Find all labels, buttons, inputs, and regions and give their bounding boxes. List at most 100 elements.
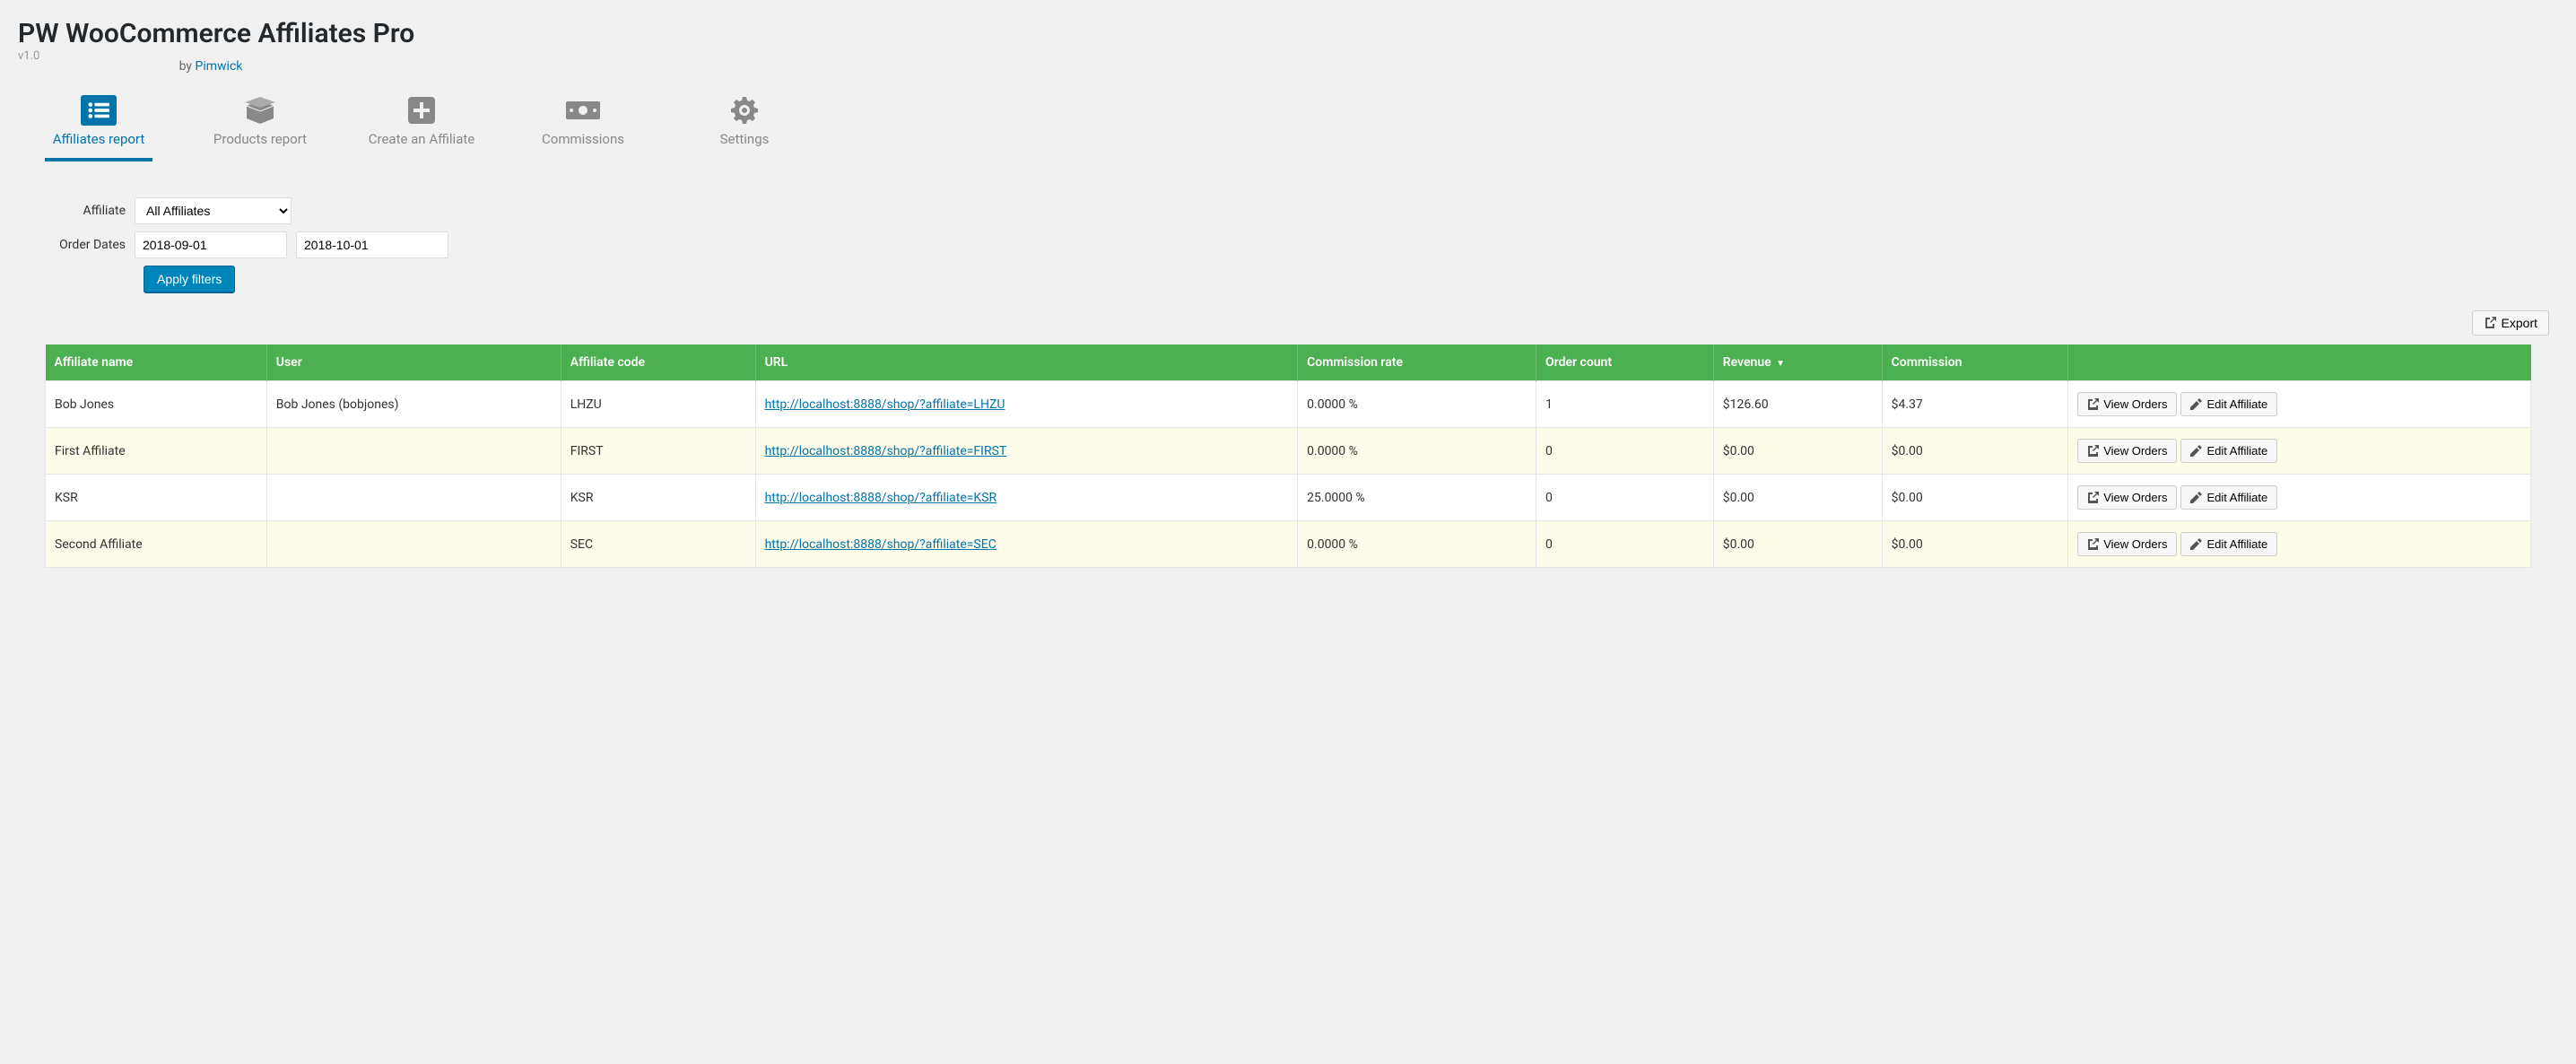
list-icon bbox=[81, 95, 117, 126]
cell-revenue: $0.00 bbox=[1713, 475, 1882, 521]
tab-settings[interactable]: Settings bbox=[691, 95, 798, 161]
col-orders[interactable]: Order count bbox=[1536, 344, 1714, 381]
cell-actions: View OrdersEdit Affiliate bbox=[2068, 381, 2531, 428]
cell-actions: View OrdersEdit Affiliate bbox=[2068, 428, 2531, 475]
cell-user bbox=[266, 428, 561, 475]
tab-create-affiliate[interactable]: Create an Affiliate bbox=[368, 95, 475, 161]
date-from-input[interactable] bbox=[135, 231, 287, 258]
tab-products-report[interactable]: Products report bbox=[206, 95, 314, 161]
cell-name: First Affiliate bbox=[46, 428, 267, 475]
view-orders-button[interactable]: View Orders bbox=[2077, 532, 2177, 556]
nav-tabs: Affiliates report Products report Create… bbox=[45, 95, 2558, 161]
external-link-icon bbox=[2087, 492, 2099, 503]
cell-code: SEC bbox=[561, 521, 755, 568]
cell-user bbox=[266, 475, 561, 521]
cell-actions: View OrdersEdit Affiliate bbox=[2068, 475, 2531, 521]
cell-rate: 0.0000 % bbox=[1298, 428, 1536, 475]
cell-name: Bob Jones bbox=[46, 381, 267, 428]
cell-commission: $4.37 bbox=[1882, 381, 2068, 428]
affiliate-filter-label: Affiliate bbox=[45, 204, 135, 218]
export-button[interactable]: Export bbox=[2472, 310, 2549, 336]
external-link-icon bbox=[2087, 445, 2099, 457]
cell-revenue: $0.00 bbox=[1713, 428, 1882, 475]
cell-orders: 0 bbox=[1536, 521, 1714, 568]
apply-filters-button[interactable]: Apply filters bbox=[144, 266, 235, 292]
pimwick-link[interactable]: Pimwick bbox=[196, 59, 243, 74]
edit-icon bbox=[2190, 398, 2202, 410]
affiliate-url-link[interactable]: http://localhost:8888/shop/?affiliate=LH… bbox=[765, 397, 1005, 412]
box-icon bbox=[242, 95, 278, 126]
edit-icon bbox=[2190, 445, 2202, 457]
tab-label: Commissions bbox=[542, 131, 624, 147]
money-icon bbox=[565, 95, 601, 126]
col-actions bbox=[2068, 344, 2531, 381]
cell-name: Second Affiliate bbox=[46, 521, 267, 568]
table-row: First Affiliate FIRST http://localhost:888… bbox=[46, 428, 2531, 475]
order-dates-label: Order Dates bbox=[45, 238, 135, 252]
cell-commission: $0.00 bbox=[1882, 475, 2068, 521]
by-line: by Pimwick bbox=[18, 59, 404, 74]
cell-url: http://localhost:8888/shop/?affiliate=LH… bbox=[755, 381, 1298, 428]
edit-affiliate-button[interactable]: Edit Affiliate bbox=[2180, 485, 2277, 510]
cell-orders: 0 bbox=[1536, 428, 1714, 475]
cell-rate: 25.0000 % bbox=[1298, 475, 1536, 521]
table-row: KSR KSR http://localhost:8888/shop/?affili… bbox=[46, 475, 2531, 521]
cell-code: KSR bbox=[561, 475, 755, 521]
date-to-input[interactable] bbox=[296, 231, 448, 258]
cell-name: KSR bbox=[46, 475, 267, 521]
col-commission[interactable]: Commission bbox=[1882, 344, 2068, 381]
tab-label: Products report bbox=[213, 131, 307, 147]
sort-desc-icon: ▼ bbox=[1776, 359, 1785, 369]
edit-icon bbox=[2190, 492, 2202, 503]
col-url[interactable]: URL bbox=[755, 344, 1298, 381]
page-title: PW WooCommerce Affiliates Pro bbox=[18, 18, 2558, 49]
cell-url: http://localhost:8888/shop/?affiliate=KS… bbox=[755, 475, 1298, 521]
by-prefix: by bbox=[179, 59, 196, 74]
cell-code: LHZU bbox=[561, 381, 755, 428]
view-orders-button[interactable]: View Orders bbox=[2077, 485, 2177, 510]
external-link-icon bbox=[2087, 398, 2099, 410]
tab-affiliates-report[interactable]: Affiliates report bbox=[45, 95, 152, 161]
edit-affiliate-button[interactable]: Edit Affiliate bbox=[2180, 392, 2277, 416]
cell-url: http://localhost:8888/shop/?affiliate=FI… bbox=[755, 428, 1298, 475]
cell-orders: 0 bbox=[1536, 475, 1714, 521]
edit-affiliate-button[interactable]: Edit Affiliate bbox=[2180, 439, 2277, 463]
cell-url: http://localhost:8888/shop/?affiliate=SE… bbox=[755, 521, 1298, 568]
view-orders-button[interactable]: View Orders bbox=[2077, 392, 2177, 416]
cell-actions: View OrdersEdit Affiliate bbox=[2068, 521, 2531, 568]
tab-commissions[interactable]: Commissions bbox=[529, 95, 637, 161]
plus-icon bbox=[404, 95, 439, 126]
cell-commission: $0.00 bbox=[1882, 428, 2068, 475]
col-user[interactable]: User bbox=[266, 344, 561, 381]
tab-label: Create an Affiliate bbox=[369, 131, 474, 147]
cell-revenue: $126.60 bbox=[1713, 381, 1882, 428]
affiliate-select[interactable]: All Affiliates bbox=[135, 197, 292, 224]
col-rate[interactable]: Commission rate bbox=[1298, 344, 1536, 381]
cell-orders: 1 bbox=[1536, 381, 1714, 428]
table-row: Bob JonesBob Jones (bobjones)LHZU http://… bbox=[46, 381, 2531, 428]
cell-rate: 0.0000 % bbox=[1298, 521, 1536, 568]
tab-label: Affiliates report bbox=[53, 131, 145, 147]
cell-revenue: $0.00 bbox=[1713, 521, 1882, 568]
tab-label: Settings bbox=[720, 131, 770, 147]
affiliate-url-link[interactable]: http://localhost:8888/shop/?affiliate=KS… bbox=[765, 491, 997, 505]
col-name[interactable]: Affiliate name bbox=[46, 344, 267, 381]
edit-icon bbox=[2190, 538, 2202, 550]
cell-commission: $0.00 bbox=[1882, 521, 2068, 568]
col-code[interactable]: Affiliate code bbox=[561, 344, 755, 381]
cell-rate: 0.0000 % bbox=[1298, 381, 1536, 428]
view-orders-button[interactable]: View Orders bbox=[2077, 439, 2177, 463]
affiliate-url-link[interactable]: http://localhost:8888/shop/?affiliate=FI… bbox=[765, 444, 1007, 458]
gear-icon bbox=[727, 95, 762, 126]
external-link-icon bbox=[2087, 538, 2099, 550]
affiliate-url-link[interactable]: http://localhost:8888/shop/?affiliate=SE… bbox=[765, 537, 996, 552]
export-icon bbox=[2484, 317, 2496, 329]
affiliates-table: Affiliate name User Affiliate code URL C… bbox=[45, 344, 2531, 568]
export-label: Export bbox=[2502, 316, 2537, 330]
table-row: Second Affiliate SEC http://localhost:8888… bbox=[46, 521, 2531, 568]
cell-code: FIRST bbox=[561, 428, 755, 475]
edit-affiliate-button[interactable]: Edit Affiliate bbox=[2180, 532, 2277, 556]
col-revenue[interactable]: Revenue ▼ bbox=[1713, 344, 1882, 381]
filters-section: Affiliate All Affiliates Order Dates App… bbox=[45, 197, 2558, 292]
cell-user: Bob Jones (bobjones) bbox=[266, 381, 561, 428]
